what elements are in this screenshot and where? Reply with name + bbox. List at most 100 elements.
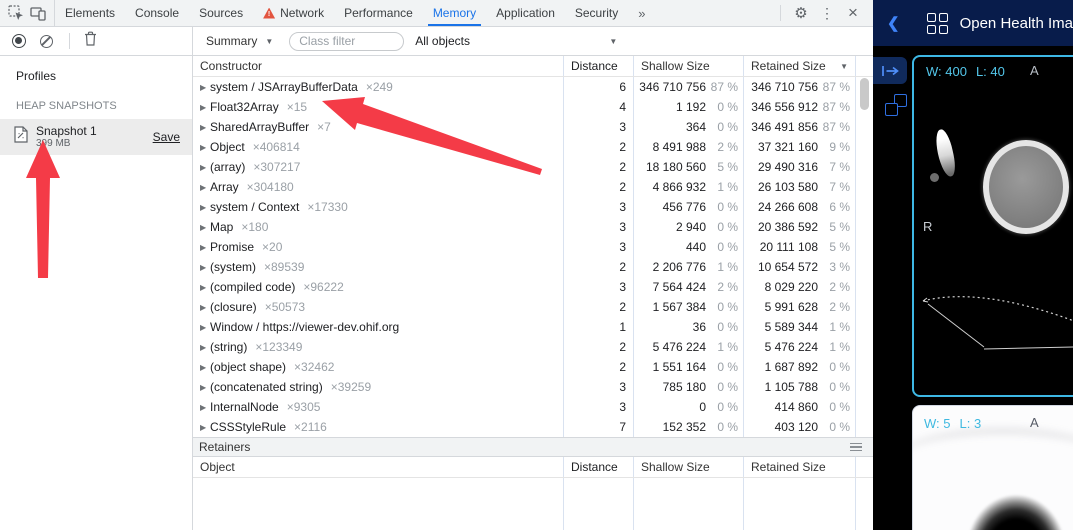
inspect-element-icon[interactable] (8, 5, 24, 21)
table-row[interactable]: ▶system / JSArrayBufferData×2496346 710 … (193, 77, 873, 97)
tab-more-tabs[interactable]: » (628, 0, 655, 26)
table-row[interactable]: ▶(concatenated string)×392593785 1800 %1… (193, 377, 873, 397)
row-expand-icon[interactable]: ▶ (197, 143, 210, 152)
retainers-menu-icon[interactable] (850, 441, 862, 453)
column-header-shallow-size[interactable]: Shallow Size (634, 56, 744, 76)
row-expand-icon[interactable]: ▶ (197, 363, 210, 372)
snapshot-list-item[interactable]: Snapshot 1 399 MB Save (0, 119, 192, 155)
delete-profile-icon[interactable] (84, 31, 97, 51)
class-filter-input[interactable] (289, 32, 404, 51)
column-header-constructor[interactable]: Constructor (193, 56, 564, 76)
viewer-title: Open Health Imag (960, 15, 1073, 32)
tab-network[interactable]: !Network (253, 0, 334, 26)
row-expand-icon[interactable]: ▶ (197, 423, 210, 432)
column-header-retained-size[interactable]: Retained Size ▼ (744, 56, 856, 76)
shallow-size-percent: 0 % (706, 300, 743, 314)
tab-security[interactable]: Security (565, 0, 628, 26)
retainers-column-distance[interactable]: Distance (564, 457, 634, 477)
column-header-distance[interactable]: Distance (564, 56, 634, 76)
table-row[interactable]: ▶(system)×8953922 206 7761 %10 654 5723 … (193, 257, 873, 277)
retainers-column-object[interactable]: Object (193, 457, 564, 477)
close-devtools-icon[interactable]: × (841, 1, 865, 25)
table-row[interactable]: ▶(string)×12334925 476 2241 %5 476 2241 … (193, 337, 873, 357)
tab-performance[interactable]: Performance (334, 0, 423, 26)
table-row[interactable]: ▶(array)×307217218 180 5605 %29 490 3167… (193, 157, 873, 177)
retained-size-percent: 7 % (818, 160, 855, 174)
instance-count: ×96222 (303, 280, 343, 294)
ct-viewport-axial[interactable]: W: 400 L: 40 A R (912, 55, 1073, 397)
constructor-name: system / Context (210, 200, 299, 214)
constructor-cell: ▶Window / https://viewer-dev.ohif.org (193, 317, 564, 337)
table-row[interactable]: ▶InternalNode×9305300 %414 8600 % (193, 397, 873, 417)
row-expand-icon[interactable]: ▶ (197, 163, 210, 172)
table-row[interactable]: ▶Map×18032 9400 %20 386 5925 % (193, 217, 873, 237)
tab-memory[interactable]: Memory (423, 0, 486, 26)
retainers-column-retained-size[interactable]: Retained Size (744, 457, 856, 477)
shallow-size-percent: 0 % (706, 360, 743, 374)
row-expand-icon[interactable]: ▶ (197, 403, 210, 412)
row-expand-icon[interactable]: ▶ (197, 343, 210, 352)
retained-size-cell: 346 556 91287 % (744, 97, 856, 117)
shallow-size-percent: 1 % (706, 340, 743, 354)
table-row[interactable]: ▶Object×40681428 491 9882 %37 321 1609 % (193, 137, 873, 157)
distance-cell: 2 (564, 337, 634, 357)
app-grid-icon[interactable] (927, 13, 948, 34)
save-snapshot-link[interactable]: Save (153, 130, 180, 144)
row-expand-icon[interactable]: ▶ (197, 243, 210, 252)
table-row[interactable]: ▶Window / https://viewer-dev.ohif.org136… (193, 317, 873, 337)
instance-count: ×50573 (265, 300, 305, 314)
tab-console[interactable]: Console (125, 0, 189, 26)
table-row[interactable]: ▶Array×30418024 866 9321 %26 103 5807 % (193, 177, 873, 197)
shallow-size-percent: 2 % (706, 280, 743, 294)
row-expand-icon[interactable]: ▶ (197, 303, 210, 312)
record-heap-snapshot-icon[interactable] (12, 34, 26, 48)
tab-elements[interactable]: Elements (55, 0, 125, 26)
orientation-marker-anterior: A (1030, 415, 1039, 430)
kebab-menu-icon[interactable]: ⋮ (815, 1, 839, 25)
table-row[interactable]: ▶CSSStyleRule×21167152 3520 %403 1200 % (193, 417, 873, 437)
constructor-name: (system) (210, 260, 256, 274)
retained-size-cell: 24 266 6086 % (744, 197, 856, 217)
table-row[interactable]: ▶(compiled code)×9622237 564 4242 %8 029… (193, 277, 873, 297)
back-chevron-icon[interactable]: ❮ (887, 14, 900, 32)
table-row[interactable]: ▶(object shape)×3246221 551 1640 %1 687 … (193, 357, 873, 377)
shallow-size-percent: 0 % (706, 120, 743, 134)
tab-sources[interactable]: Sources (189, 0, 253, 26)
snapshot-info: Snapshot 1 399 MB (36, 124, 153, 149)
retainers-column-shallow-size[interactable]: Shallow Size (634, 457, 744, 477)
distance-cell: 2 (564, 137, 634, 157)
row-expand-icon[interactable]: ▶ (197, 383, 210, 392)
row-expand-icon[interactable]: ▶ (197, 123, 210, 132)
shallow-size-cell: 2 206 7761 % (634, 257, 744, 277)
tab-application[interactable]: Application (486, 0, 565, 26)
perspective-select[interactable]: Summary ▼ (206, 34, 273, 48)
panel-toggle-button[interactable] (873, 57, 907, 84)
row-expand-icon[interactable]: ▶ (197, 263, 210, 272)
shallow-size-value: 785 180 (634, 380, 706, 394)
row-expand-icon[interactable]: ▶ (197, 183, 210, 192)
retained-size-cell: 29 490 3167 % (744, 157, 856, 177)
row-expand-icon[interactable]: ▶ (197, 83, 210, 92)
snapshot-name: Snapshot 1 (36, 124, 153, 138)
shallow-size-cell: 456 7760 % (634, 197, 744, 217)
row-expand-icon[interactable]: ▶ (197, 223, 210, 232)
table-row[interactable]: ▶system / Context×173303456 7760 %24 266… (193, 197, 873, 217)
row-expand-icon[interactable]: ▶ (197, 323, 210, 332)
object-filter-select[interactable]: All objects ▼ (415, 34, 621, 48)
settings-gear-icon[interactable]: ⚙ (789, 1, 813, 25)
scrollbar-thumb[interactable] (860, 78, 869, 110)
row-expand-icon[interactable]: ▶ (197, 203, 210, 212)
profile-controls (0, 27, 193, 55)
table-row[interactable]: ▶SharedArrayBuffer×733640 %346 491 85687… (193, 117, 873, 137)
row-expand-icon[interactable]: ▶ (197, 283, 210, 292)
table-row[interactable]: ▶Promise×2034400 %20 111 1085 % (193, 237, 873, 257)
distance-cell: 3 (564, 217, 634, 237)
clear-profiles-icon[interactable] (40, 35, 53, 48)
table-row[interactable]: ▶Float32Array×1541 1920 %346 556 91287 % (193, 97, 873, 117)
shallow-size-percent: 5 % (706, 160, 743, 174)
ct-viewport-inverted[interactable]: W: 5 L: 3 A (912, 405, 1073, 530)
row-expand-icon[interactable]: ▶ (197, 103, 210, 112)
layers-icon[interactable] (885, 94, 907, 116)
table-row[interactable]: ▶(closure)×5057321 567 3840 %5 991 6282 … (193, 297, 873, 317)
device-toolbar-icon[interactable] (30, 5, 46, 21)
